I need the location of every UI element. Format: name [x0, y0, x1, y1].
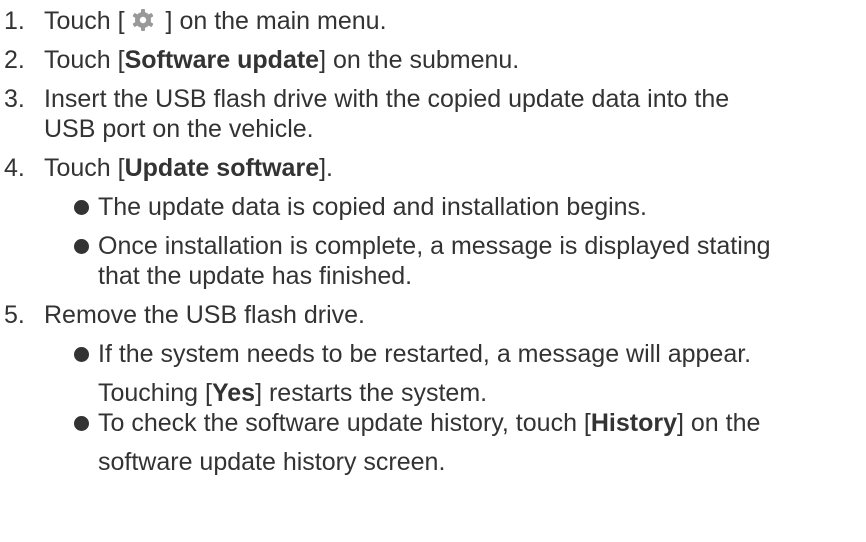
settings-gear-icon [132, 9, 153, 31]
bullet-text: The update data is copied and installati… [98, 193, 647, 221]
step-text: Touch [Update software]. [44, 154, 333, 182]
step-number: 2. [4, 46, 25, 74]
step-number: 5. [4, 301, 25, 329]
yes-label: Yes [211, 379, 256, 407]
bullet-text: Once installation is complete, a message… [98, 232, 771, 260]
step-number: 4. [4, 154, 25, 182]
step-3-continuation: USB port on the vehicle. [44, 115, 314, 143]
step-text: Touch [Software update] on the submenu. [44, 46, 520, 74]
history-label: History [590, 409, 677, 437]
step-text: Remove the USB flash drive. [44, 301, 365, 329]
step-number: 1. [4, 7, 25, 35]
bullet-icon [74, 347, 89, 362]
bullet-icon [74, 239, 89, 254]
step-number: 3. [4, 85, 25, 113]
bullet-icon [74, 416, 89, 431]
step-text: Touch [ ] on the main menu. [44, 7, 387, 35]
step-text: Insert the USB flash drive with the copi… [44, 85, 730, 113]
step-5-bullet-1-continuation: Touching [Yes] restarts the system. [98, 379, 488, 407]
step-5-bullet-2-continuation: software update history screen. [98, 448, 446, 476]
bullet-icon [74, 200, 89, 215]
step-4-bullet-2-continuation: that the update has finished. [98, 262, 413, 290]
bullet-text: To check the software update history, to… [98, 409, 761, 437]
software-update-label: Software update [124, 46, 320, 74]
bullet-text: If the system needs to be restarted, a m… [98, 340, 752, 368]
update-software-label: Update software [124, 154, 320, 182]
